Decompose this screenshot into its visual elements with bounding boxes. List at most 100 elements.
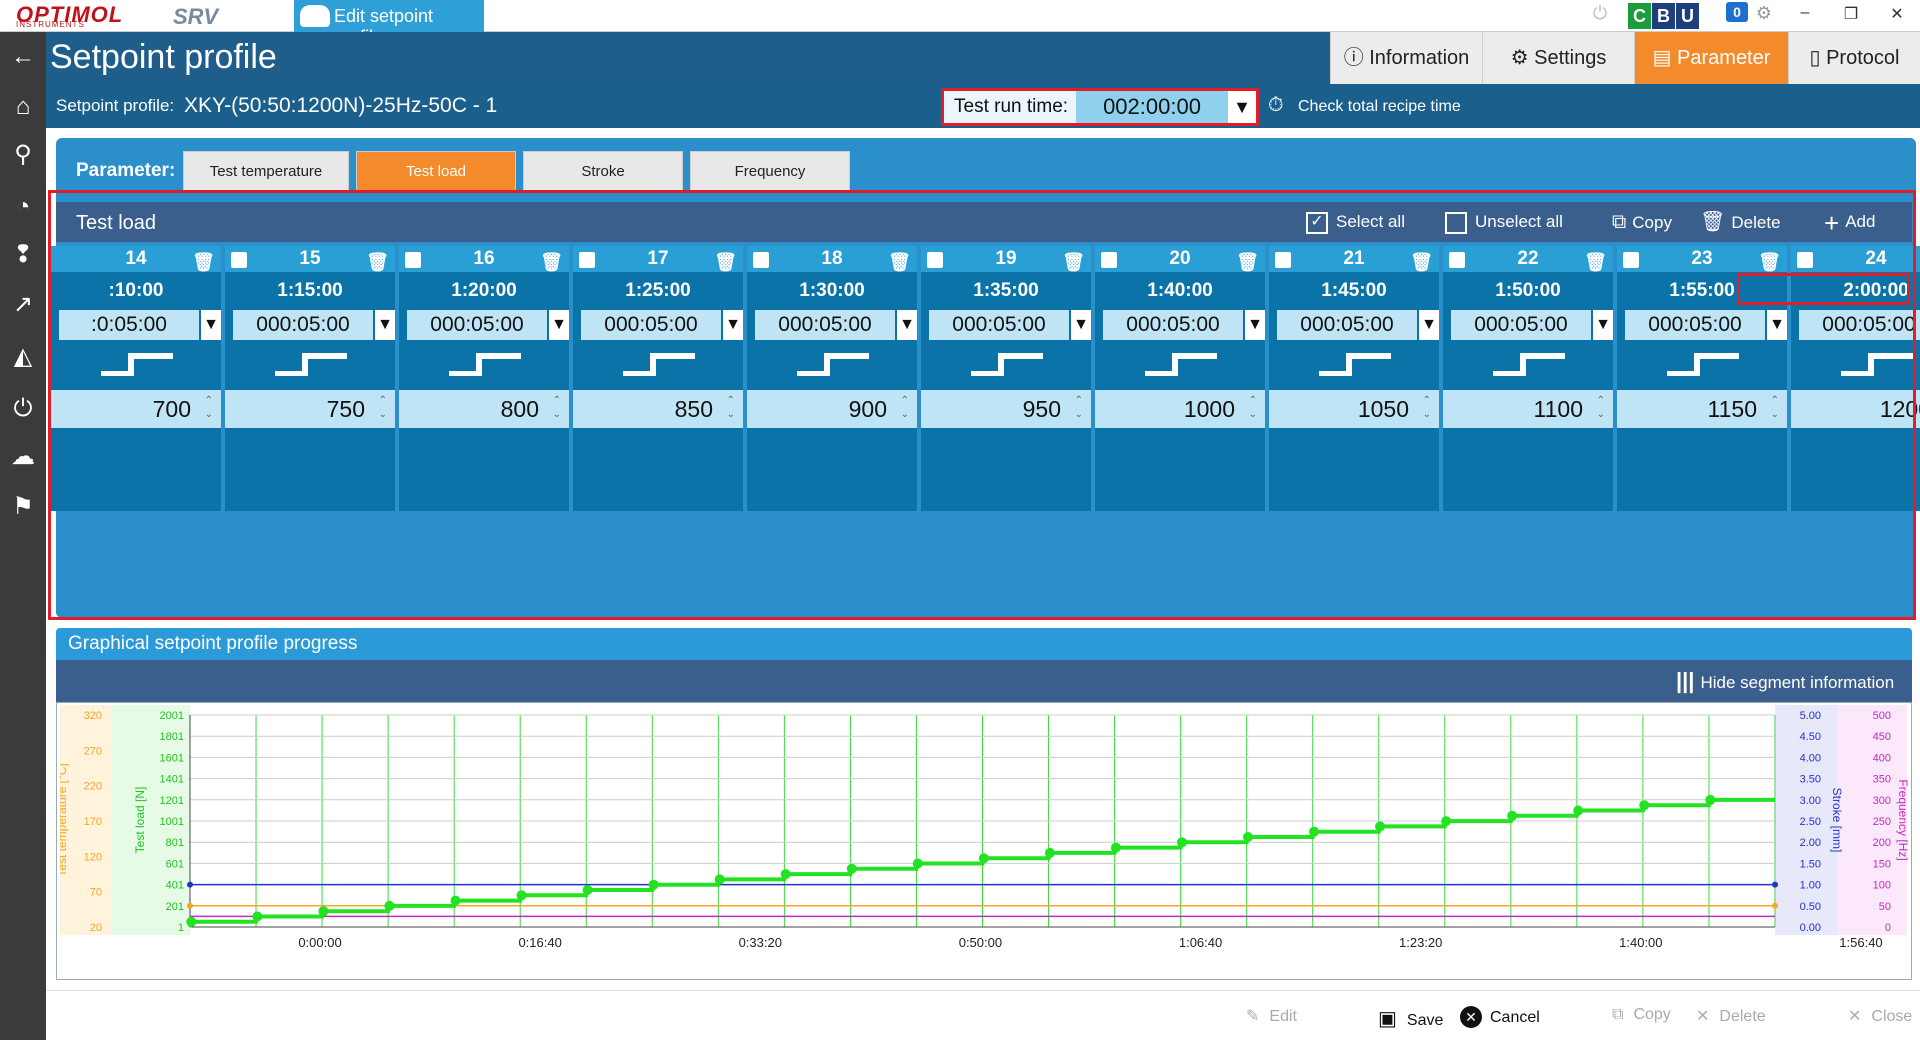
tab-settings[interactable]: ⚙ Settings xyxy=(1482,32,1634,84)
load-series-point xyxy=(252,911,263,922)
x-tick-label: 1:40:00 xyxy=(1619,935,1662,950)
tab-parameter[interactable]: ▤ Parameter xyxy=(1634,32,1788,84)
restore-icon[interactable]: ❐ xyxy=(1836,4,1866,24)
power-icon[interactable]: ⏻ xyxy=(1586,3,1614,29)
load-series-point xyxy=(582,885,593,896)
footprint-icon[interactable]: ❢ xyxy=(0,232,46,278)
back-arrow-icon[interactable]: ← xyxy=(0,34,46,80)
x-tick-label: 0:00:00 xyxy=(298,935,341,950)
segment-24-time-highlight xyxy=(1737,273,1910,305)
tab-information[interactable]: ⓘ Information xyxy=(1330,32,1482,84)
load-series-point xyxy=(1705,794,1716,805)
running-person-icon[interactable]: ⚑ xyxy=(0,484,46,530)
hide-segment-info-button[interactable]: ||| Hide segment information xyxy=(1676,668,1894,694)
frequency-tick: 400 xyxy=(1873,752,1891,764)
segment-highlight xyxy=(48,190,1916,620)
line-chart-icon[interactable]: ↗ xyxy=(0,282,46,328)
x-tick-label: 1:06:40 xyxy=(1179,935,1222,950)
close-window-icon[interactable]: ✕ xyxy=(1882,4,1912,24)
search-icon[interactable]: ⚲ xyxy=(0,132,46,178)
check-recipe-time-link[interactable]: Check total recipe time xyxy=(1298,98,1461,116)
stroke-tick: 0.50 xyxy=(1800,901,1821,913)
temperature-series-point xyxy=(1772,902,1778,909)
delete-x-icon: ✕ xyxy=(1696,1008,1710,1025)
save-button[interactable]: ▣ Save xyxy=(1378,1006,1443,1031)
stopwatch-icon[interactable]: ⏱ xyxy=(1268,94,1284,117)
load-series-point xyxy=(1573,805,1584,816)
temperature-tick: 320 xyxy=(84,710,102,722)
power-sidebar-icon[interactable]: ⏻ xyxy=(0,386,46,432)
stroke-tick: 2.50 xyxy=(1800,816,1821,828)
load-series-point xyxy=(1110,842,1121,853)
load-series-point xyxy=(912,858,923,869)
load-tick: 1201 xyxy=(160,795,184,807)
graph-toolbar xyxy=(56,660,1912,702)
tab-test-load[interactable]: Test load xyxy=(356,151,516,191)
load-series-point xyxy=(1639,800,1650,811)
x-tick-label: 1:23:20 xyxy=(1399,935,1442,950)
edit-button[interactable]: ✎ Edit xyxy=(1246,1006,1297,1026)
load-tick: 1601 xyxy=(160,752,184,764)
frequency-tick: 300 xyxy=(1873,795,1891,807)
app-tab-edit-setpoint[interactable]: Edit setpoint profile xyxy=(294,0,484,47)
load-series-point xyxy=(1242,832,1253,843)
frequency-tick: 50 xyxy=(1879,901,1891,913)
frequency-tick: 250 xyxy=(1873,816,1891,828)
load-series-point xyxy=(450,895,461,906)
page-title: Setpoint profile xyxy=(50,38,277,76)
tab-frequency[interactable]: Frequency xyxy=(690,151,850,191)
optimol-logo-sub: INSTRUMENTS xyxy=(16,20,85,29)
minimize-icon[interactable]: – xyxy=(1790,4,1820,22)
frequency-tick: 350 xyxy=(1873,774,1891,786)
load-tick: 401 xyxy=(166,880,184,892)
temperature-axis-label: Test temperature [°C] xyxy=(60,763,69,877)
notification-badge[interactable]: 0 xyxy=(1726,2,1748,22)
area-chart-icon[interactable]: ◭ xyxy=(0,334,46,380)
cancel-button[interactable]: ✕ Cancel xyxy=(1460,1006,1540,1028)
close-button[interactable]: ✕ Close xyxy=(1848,1006,1912,1026)
frequency-axis-label: Frequency [Hz] xyxy=(1896,779,1910,860)
tab-test-temperature[interactable]: Test temperature xyxy=(183,151,349,191)
load-series-point xyxy=(1441,816,1452,827)
runtime-dropdown-icon[interactable]: ▼ xyxy=(1228,91,1256,123)
stroke-tick: 1.00 xyxy=(1800,880,1821,892)
bottom-delete-button[interactable]: ✕ Delete xyxy=(1696,1006,1766,1026)
bottom-copy-button[interactable]: ⧉ Copy xyxy=(1612,1006,1671,1024)
cbu-b[interactable]: B xyxy=(1652,3,1675,29)
load-series-point xyxy=(1309,826,1320,837)
load-tick: 1401 xyxy=(160,774,184,786)
load-series-point xyxy=(1044,847,1055,858)
tab-stroke[interactable]: Stroke xyxy=(523,151,683,191)
runtime-input[interactable]: 002:00:00 xyxy=(1076,91,1228,123)
load-tick: 1801 xyxy=(160,731,184,743)
load-tick: 801 xyxy=(166,837,184,849)
frequency-tick: 100 xyxy=(1873,880,1891,892)
temperature-tick: 70 xyxy=(90,887,102,899)
load-series-point xyxy=(516,890,527,901)
frequency-tick: 200 xyxy=(1873,837,1891,849)
x-tick-label: 0:50:00 xyxy=(959,935,1002,950)
load-series-point xyxy=(318,906,329,917)
gauge-icon[interactable]: ◔ xyxy=(0,184,46,230)
frequency-tick: 450 xyxy=(1873,731,1891,743)
tab-protocol[interactable]: ▯ Protocol xyxy=(1788,32,1920,84)
srv-logo: SRV xyxy=(173,4,219,29)
pencil-icon: ✎ xyxy=(1246,1008,1260,1025)
frequency-tick: 150 xyxy=(1873,858,1891,870)
load-series-point xyxy=(384,900,395,911)
load-series-point xyxy=(186,916,197,927)
gear-icon[interactable]: ⚙ xyxy=(1750,3,1778,29)
load-axis-label: Test load [N] xyxy=(133,787,147,854)
home-icon[interactable]: ⌂ xyxy=(0,84,46,130)
load-tick: 601 xyxy=(166,858,184,870)
chef-hat-sidebar-icon[interactable]: ☁ xyxy=(0,434,46,480)
x-tick-label: 0:33:20 xyxy=(739,935,782,950)
temperature-tick: 170 xyxy=(84,816,102,828)
cbu-u[interactable]: U xyxy=(1676,3,1699,29)
close-x-icon: ✕ xyxy=(1848,1008,1862,1025)
load-tick: 201 xyxy=(166,901,184,913)
frequency-tick: 500 xyxy=(1873,710,1891,722)
stroke-series-point xyxy=(1772,881,1778,888)
stroke-series-point xyxy=(187,881,193,888)
cbu-c[interactable]: C xyxy=(1628,3,1651,29)
